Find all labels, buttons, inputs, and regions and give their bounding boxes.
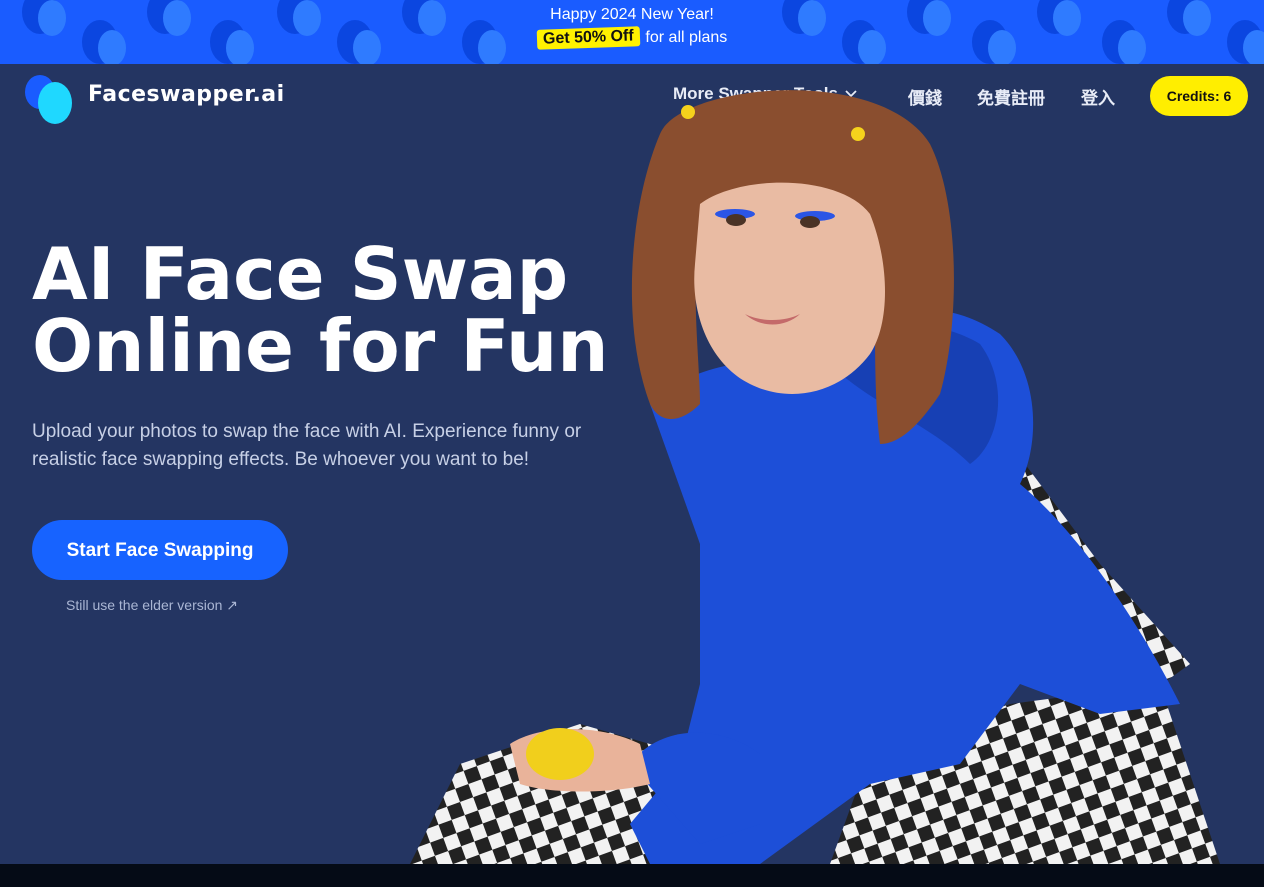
hero-subtitle-line1: Upload your photos to swap the face with…	[32, 421, 582, 442]
discount-badge: Get 50% Off	[536, 26, 640, 50]
promo-offer: Get 50% Off for all plans	[0, 26, 1264, 50]
elder-version-link[interactable]: Still use the elder version ↗	[66, 597, 238, 614]
promo-headline: Happy 2024 New Year!	[550, 6, 714, 23]
logo-text[interactable]: Faceswapper.ai	[88, 82, 285, 107]
bottom-bar	[0, 864, 1264, 887]
logo-mark-icon[interactable]	[22, 70, 76, 124]
promo-offer-text: for all plans	[645, 29, 728, 46]
hero-title: AI Face Swap Online for Fun	[32, 238, 608, 382]
hero-title-line2: Online for Fun	[32, 304, 609, 388]
promo-banner[interactable]: Happy 2024 New Year! Get 50% Off for all …	[0, 0, 1264, 64]
start-face-swapping-button[interactable]: Start Face Swapping	[32, 520, 288, 580]
hero-subtitle-line2: realistic face swapping effects. Be whoe…	[32, 449, 530, 470]
hero-subtitle: Upload your photos to swap the face with…	[32, 418, 632, 474]
